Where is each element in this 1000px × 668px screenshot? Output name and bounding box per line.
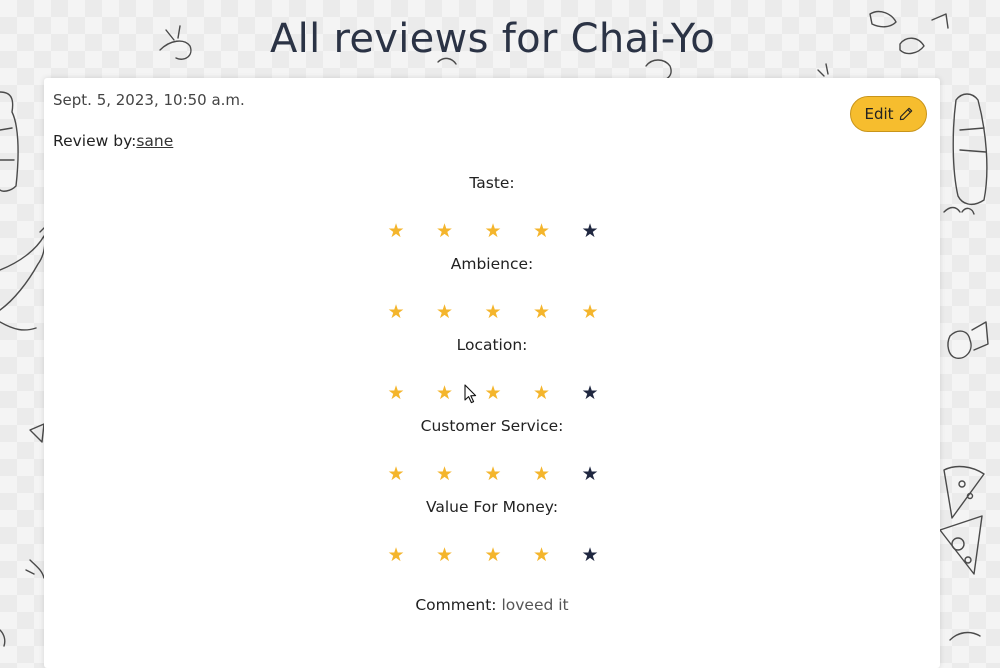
rating-stars-location: ★ ★ ★ ★ ★ (386, 383, 606, 403)
star-icon: ★ (435, 544, 454, 566)
review-comment: Comment: loveed it (44, 596, 940, 614)
page-title: All reviews for Chai-Yo (270, 16, 715, 62)
review-card: Sept. 5, 2023, 10:50 a.m. Review by:sane… (44, 78, 940, 668)
comment-label: Comment: (415, 596, 497, 614)
star-icon: ★ (435, 463, 454, 485)
star-icon: ★ (435, 301, 454, 323)
rating-label-customer-service: Customer Service: (420, 417, 564, 435)
rating-stars-ambience: ★ ★ ★ ★ ★ (386, 302, 606, 322)
rating-label-ambience: Ambience: (450, 255, 534, 273)
review-date: Sept. 5, 2023, 10:50 a.m. (53, 91, 245, 109)
rating-stars-customer-service: ★ ★ ★ ★ ★ (386, 464, 606, 484)
star-icon: ★ (484, 301, 502, 323)
reviewer-link[interactable]: sane (136, 132, 173, 150)
rating-stars-taste: ★ ★ ★ ★ ★ (386, 221, 606, 241)
star-icon: ★ (532, 301, 551, 323)
star-icon: ★ (581, 463, 599, 485)
star-icon: ★ (484, 382, 502, 404)
star-icon: ★ (484, 220, 502, 242)
rating-label-location: Location: (456, 336, 528, 354)
star-icon: ★ (387, 382, 405, 404)
edit-button-label: Edit (864, 105, 894, 123)
rating-label-taste: Taste: (469, 174, 515, 192)
mouse-pointer-icon (464, 384, 477, 404)
edit-button[interactable]: Edit (850, 96, 927, 132)
star-icon: ★ (435, 220, 454, 242)
star-icon: ★ (387, 463, 405, 485)
review-by-label: Review by: (53, 132, 137, 150)
star-icon: ★ (484, 463, 502, 485)
star-icon: ★ (387, 220, 405, 242)
star-icon: ★ (581, 301, 599, 323)
star-icon: ★ (435, 382, 454, 404)
star-icon: ★ (581, 382, 599, 404)
review-author: Review by:sane (53, 132, 173, 150)
comment-text: loveed it (501, 596, 569, 614)
star-icon: ★ (581, 220, 599, 242)
rating-label-value-for-money: Value For Money: (425, 498, 559, 516)
star-icon: ★ (532, 382, 551, 404)
star-icon: ★ (581, 544, 599, 566)
star-icon: ★ (387, 301, 405, 323)
star-icon: ★ (532, 544, 551, 566)
star-icon: ★ (532, 463, 551, 485)
star-icon: ★ (387, 544, 405, 566)
star-icon: ★ (532, 220, 551, 242)
star-icon: ★ (484, 544, 502, 566)
pencil-icon (899, 107, 912, 121)
rating-stars-value-for-money: ★ ★ ★ ★ ★ (386, 545, 606, 565)
